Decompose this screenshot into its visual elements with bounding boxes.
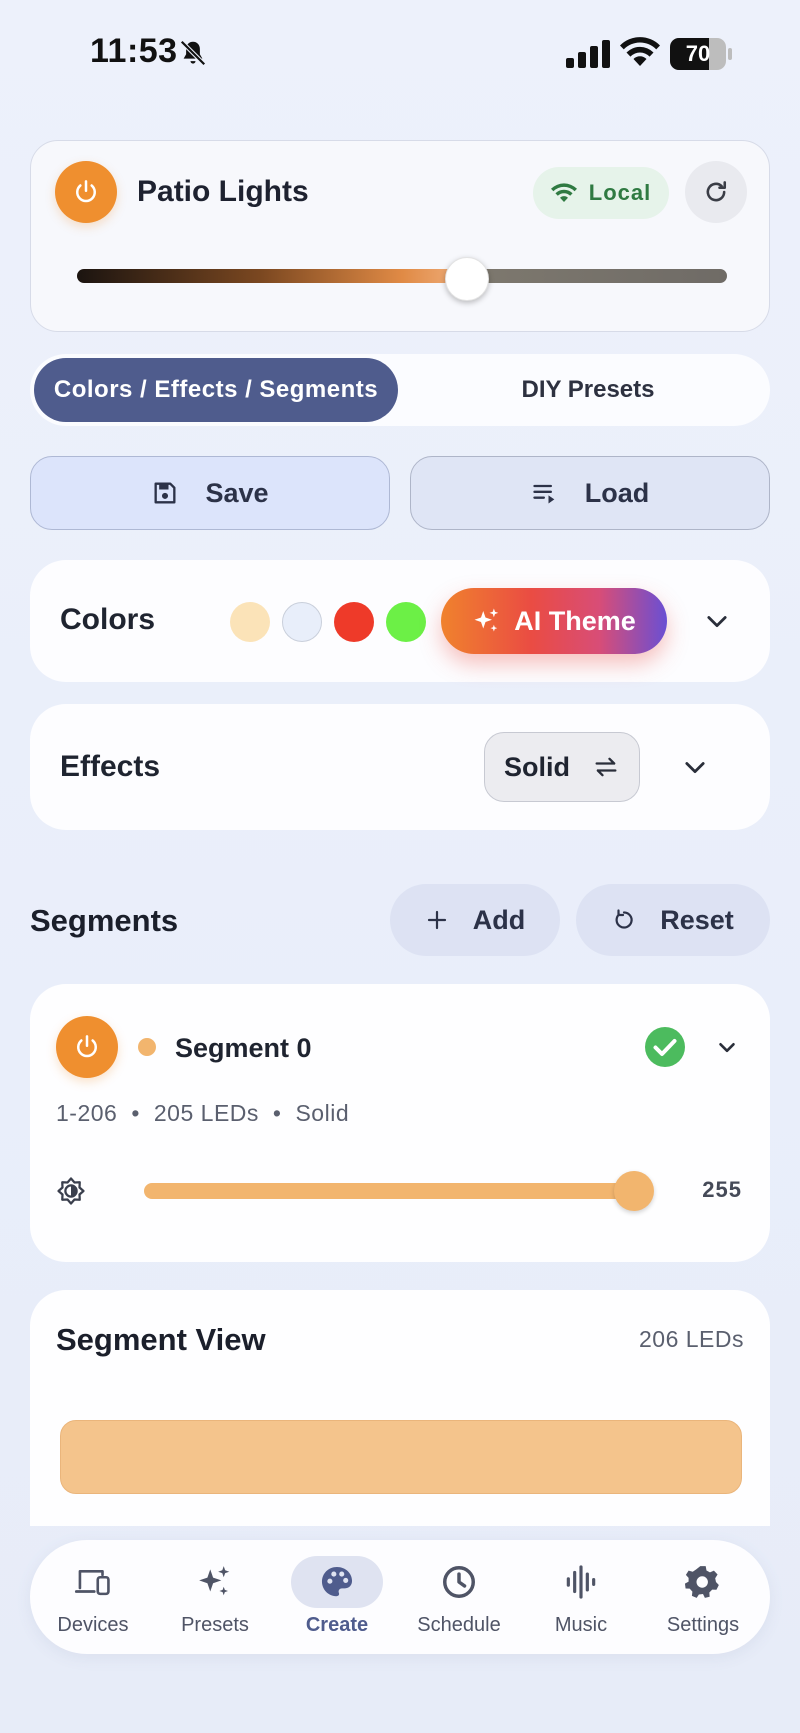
color-swatch-4[interactable] [386, 602, 426, 642]
nav-label-presets: Presets [181, 1614, 249, 1636]
led-strip-preview[interactable] [60, 1420, 742, 1494]
reset-icon [615, 909, 633, 929]
nav-label-music: Music [554, 1614, 608, 1636]
effect-selector[interactable]: Solid [484, 732, 640, 802]
ai-theme-label: AI Theme [514, 605, 636, 636]
tab-diy-presets[interactable]: DIY Presets [410, 358, 766, 422]
color-swatch-1[interactable] [230, 602, 270, 642]
segment-card: Segment 0 1-206 • 205 LEDs • Solid 255 [30, 984, 770, 1262]
refresh-button[interactable] [685, 161, 747, 223]
bell-slash-icon [180, 40, 206, 66]
colors-card: Colors AI Theme [30, 560, 770, 682]
segment-brightness-thumb[interactable] [614, 1171, 654, 1211]
load-label: Load [584, 477, 650, 508]
reset-segments-button[interactable]: Reset [576, 884, 770, 956]
nav-item-presets[interactable]: Presets [156, 1550, 274, 1644]
segment-brightness-slider[interactable] [144, 1183, 634, 1199]
effects-title: Effects [60, 750, 161, 783]
chevron-down-icon[interactable] [703, 607, 731, 635]
plus-icon [427, 910, 446, 930]
segment-color-dot [138, 1038, 156, 1056]
mode-tab-bar: Colors / Effects / Segments DIY Presets [30, 354, 770, 426]
segment-name: Segment 0 [175, 1033, 312, 1063]
nav-item-settings[interactable]: Settings [644, 1550, 762, 1644]
chevron-down-icon[interactable] [681, 753, 709, 781]
refresh-icon [706, 181, 727, 202]
add-label: Add [472, 904, 526, 935]
color-swatch-2[interactable] [282, 602, 322, 642]
wifi-icon [550, 183, 577, 202]
segment-view-led-count: 206 LEDs [638, 1326, 744, 1352]
connection-label: Local [588, 180, 652, 205]
save-label: Save [205, 477, 269, 508]
list-load-icon [533, 484, 555, 504]
status-time: 11:53 [90, 32, 178, 70]
load-button[interactable]: Load [410, 456, 770, 530]
current-effect-label: Solid [504, 751, 570, 782]
brightness-icon [57, 1177, 85, 1205]
device-power-button[interactable] [55, 161, 117, 223]
nav-item-create[interactable]: Create [278, 1550, 396, 1644]
power-icon [77, 1035, 97, 1058]
gear-icon [684, 1566, 719, 1598]
add-segment-button[interactable]: Add [390, 884, 560, 956]
battery-indicator: 70 [670, 38, 732, 70]
devices-icon [74, 1570, 110, 1596]
palette-icon [321, 1566, 353, 1597]
clock-icon [443, 1566, 475, 1598]
nav-label-devices: Devices [57, 1614, 129, 1636]
battery-percent: 70 [685, 41, 711, 66]
segment-effect: Solid [295, 1100, 350, 1126]
color-swatch-3[interactable] [334, 602, 374, 642]
swap-icon [595, 757, 617, 777]
device-brightness-thumb[interactable] [445, 257, 489, 301]
sparkles-icon [199, 1566, 230, 1596]
nav-item-music[interactable]: Music [522, 1550, 640, 1644]
check-circle-icon[interactable] [644, 1026, 686, 1068]
segment-view-card: Segment View 206 LEDs [30, 1290, 770, 1526]
segment-power-button[interactable] [56, 1016, 118, 1078]
segment-meta: 1-206 • 205 LEDs • Solid [56, 1100, 350, 1126]
colors-title: Colors [60, 603, 156, 636]
tab-colors-effects-segments[interactable]: Colors / Effects / Segments [34, 358, 398, 422]
wifi-icon [620, 37, 660, 66]
chevron-down-icon[interactable] [714, 1034, 740, 1060]
power-icon [76, 180, 96, 203]
cellular-signal-icon [566, 40, 610, 68]
connection-badge: Local [533, 167, 669, 219]
nav-item-devices[interactable]: Devices [34, 1550, 152, 1644]
effects-card: Effects Solid [30, 704, 770, 830]
segments-title: Segments [30, 903, 179, 938]
segment-view-title: Segment View [56, 1322, 266, 1357]
save-button[interactable]: Save [30, 456, 390, 530]
device-brightness-slider[interactable] [77, 269, 727, 283]
nav-label-schedule: Schedule [417, 1614, 501, 1636]
save-icon [154, 482, 176, 504]
bottom-nav: Devices Presets Create Schedule Music Se… [30, 1540, 770, 1654]
segment-brightness-value: 255 [702, 1177, 742, 1202]
device-card: Patio Lights Local [30, 140, 770, 332]
segment-led-count: 205 LEDs [153, 1100, 259, 1126]
nav-item-schedule[interactable]: Schedule [400, 1550, 518, 1644]
ai-theme-button[interactable]: AI Theme [441, 588, 667, 654]
nav-label-create: Create [305, 1614, 369, 1636]
segment-range: 1-206 [56, 1100, 118, 1126]
waveform-icon [566, 1565, 596, 1599]
sparkles-icon [474, 608, 499, 632]
nav-label-settings: Settings [666, 1614, 740, 1636]
device-name: Patio Lights [137, 175, 309, 208]
status-bar: 11:53 70 [0, 0, 800, 110]
reset-label: Reset [660, 904, 734, 935]
